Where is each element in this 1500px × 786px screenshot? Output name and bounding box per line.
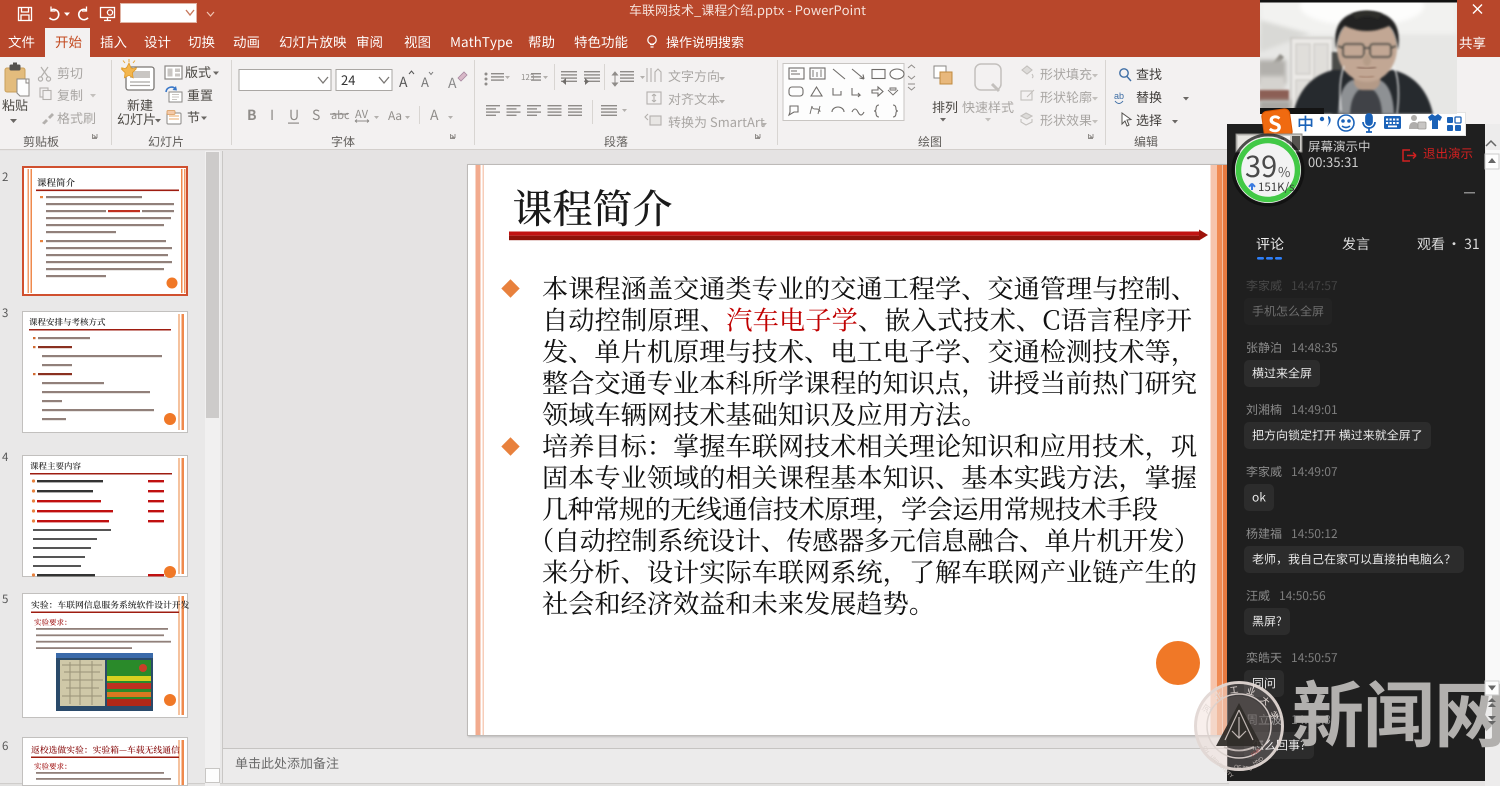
svg-text:ab: ab	[1114, 91, 1124, 101]
svg-text:OF TEC: OF TEC	[1234, 764, 1253, 773]
